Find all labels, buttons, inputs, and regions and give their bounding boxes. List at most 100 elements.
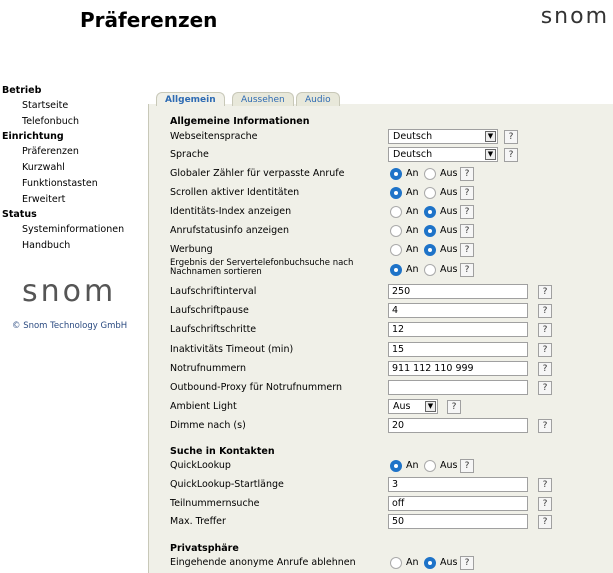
help-icon[interactable]: ? — [460, 186, 474, 200]
partial-search-label: Teilnummernsuche — [170, 498, 260, 509]
row-dim-after: Dimme nach (s) 20 ? — [170, 417, 610, 435]
help-icon[interactable]: ? — [538, 478, 552, 492]
radio-off[interactable] — [424, 187, 436, 199]
radio-off[interactable] — [424, 225, 436, 237]
radio-on[interactable] — [390, 225, 402, 237]
tab-allgemein[interactable]: Allgemein — [156, 92, 225, 106]
help-icon[interactable]: ? — [460, 167, 474, 181]
radio-on-label: An — [406, 225, 419, 236]
copyright-link[interactable]: © Snom Technology GmbH — [0, 321, 142, 331]
sidebar-item-erweitert[interactable]: Erweitert — [0, 192, 142, 208]
help-icon[interactable]: ? — [460, 243, 474, 257]
radio-off[interactable] — [424, 206, 436, 218]
radio-on[interactable] — [390, 206, 402, 218]
section-privacy-heading: Privatsphäre — [170, 543, 239, 554]
radio-on-label: An — [406, 557, 419, 568]
partial-search-input[interactable]: off — [388, 496, 528, 511]
row-emergency: Notrufnummern 911 112 110 999 ? — [170, 360, 610, 378]
row-partial-search: Teilnummernsuche off ? — [170, 495, 610, 513]
anonymous-reject-label: Eingehende anonyme Anrufe ablehnen — [170, 557, 356, 568]
tab-aussehen[interactable]: Aussehen — [232, 92, 294, 106]
quicklookup-start-input[interactable]: 3 — [388, 477, 528, 492]
help-icon[interactable]: ? — [460, 556, 474, 570]
radio-off-label: Aus — [440, 225, 458, 236]
emergency-label: Notrufnummern — [170, 363, 247, 374]
row-anonymous-reject: Eingehende anonyme Anrufe ablehnen An Au… — [170, 554, 610, 572]
radio-off[interactable] — [424, 460, 436, 472]
row-ticker-interval: Laufschriftinterval 250 ? — [170, 283, 610, 301]
radio-on[interactable] — [390, 168, 402, 180]
row-language: Sprache Deutsch ▼ ? — [170, 146, 610, 164]
radio-on[interactable] — [390, 244, 402, 256]
sidebar-item-startseite[interactable]: Startseite — [0, 98, 142, 114]
ticker-pause-input[interactable]: 4 — [388, 303, 528, 318]
row-ticker-pause: Laufschriftpause 4 ? — [170, 302, 610, 320]
radio-on[interactable] — [390, 264, 402, 276]
help-icon[interactable]: ? — [538, 285, 552, 299]
language-label: Sprache — [170, 149, 209, 160]
web-language-label: Webseitensprache — [170, 131, 258, 142]
sort-lastname-label: Ergebnis der Servertelefonbuchsuche nach… — [170, 258, 354, 277]
radio-on[interactable] — [390, 460, 402, 472]
radio-off[interactable] — [424, 557, 436, 569]
help-icon[interactable]: ? — [504, 130, 518, 144]
web-language-select[interactable]: Deutsch ▼ — [388, 129, 498, 144]
sidebar-item-systeminformationen[interactable]: Systeminformationen — [0, 222, 142, 238]
emergency-input[interactable]: 911 112 110 999 — [388, 361, 528, 376]
chevron-down-icon: ▼ — [485, 149, 496, 160]
help-icon[interactable]: ? — [447, 400, 461, 414]
row-quicklookup: QuickLookup An Aus ? — [170, 457, 610, 475]
max-hits-input[interactable]: 50 — [388, 514, 528, 529]
help-icon[interactable]: ? — [538, 304, 552, 318]
missed-counter-label: Globaler Zähler für verpasste Anrufe — [170, 168, 345, 179]
radio-on-label: An — [406, 264, 419, 275]
help-icon[interactable]: ? — [538, 497, 552, 511]
sidebar: Betrieb Startseite Telefonbuch Einrichtu… — [0, 84, 142, 331]
help-icon[interactable]: ? — [504, 148, 518, 162]
radio-off-label: Aus — [440, 557, 458, 568]
help-icon[interactable]: ? — [538, 362, 552, 376]
ambient-light-select[interactable]: Aus ▼ — [388, 399, 438, 414]
dim-after-input[interactable]: 20 — [388, 418, 528, 433]
sidebar-section-status: Status — [2, 209, 37, 220]
quicklookup-start-label: QuickLookup-Startlänge — [170, 479, 284, 490]
help-icon[interactable]: ? — [538, 515, 552, 529]
inactivity-label: Inaktivitäts Timeout (min) — [170, 344, 294, 355]
radio-on-label: An — [406, 187, 419, 198]
sidebar-item-funktionstasten[interactable]: Funktionstasten — [0, 176, 142, 192]
help-icon[interactable]: ? — [460, 459, 474, 473]
row-inactivity: Inaktivitäts Timeout (min) 15 ? — [170, 341, 610, 359]
help-icon[interactable]: ? — [538, 343, 552, 357]
radio-off-label: Aus — [440, 187, 458, 198]
radio-off-label: Aus — [440, 168, 458, 179]
sidebar-section-einrichtung: Einrichtung — [2, 131, 64, 142]
sidebar-item-kurzwahl[interactable]: Kurzwahl — [0, 160, 142, 176]
radio-on[interactable] — [390, 557, 402, 569]
inactivity-input[interactable]: 15 — [388, 342, 528, 357]
radio-off-label: Aus — [440, 244, 458, 255]
help-icon[interactable]: ? — [460, 263, 474, 277]
radio-on-label: An — [406, 168, 419, 179]
radio-off[interactable] — [424, 244, 436, 256]
language-select[interactable]: Deutsch ▼ — [388, 147, 498, 162]
radio-off[interactable] — [424, 264, 436, 276]
help-icon[interactable]: ? — [460, 205, 474, 219]
chevron-down-icon: ▼ — [425, 401, 436, 412]
row-max-hits: Max. Treffer 50 ? — [170, 513, 610, 531]
row-sort-lastname: Ergebnis der Servertelefonbuchsuche nach… — [170, 259, 610, 281]
help-icon[interactable]: ? — [538, 381, 552, 395]
radio-on-label: An — [406, 244, 419, 255]
ticker-steps-input[interactable]: 12 — [388, 322, 528, 337]
radio-off[interactable] — [424, 168, 436, 180]
radio-on[interactable] — [390, 187, 402, 199]
help-icon[interactable]: ? — [538, 323, 552, 337]
help-icon[interactable]: ? — [538, 419, 552, 433]
row-quicklookup-start: QuickLookup-Startlänge 3 ? — [170, 476, 610, 494]
sidebar-item-handbuch[interactable]: Handbuch — [0, 238, 142, 254]
ticker-interval-input[interactable]: 250 — [388, 284, 528, 299]
sidebar-item-praeferenzen[interactable]: Präferenzen — [0, 144, 142, 160]
emergency-proxy-input[interactable] — [388, 380, 528, 395]
sidebar-item-telefonbuch[interactable]: Telefonbuch — [0, 114, 142, 130]
tab-audio[interactable]: Audio — [296, 92, 340, 106]
help-icon[interactable]: ? — [460, 224, 474, 238]
